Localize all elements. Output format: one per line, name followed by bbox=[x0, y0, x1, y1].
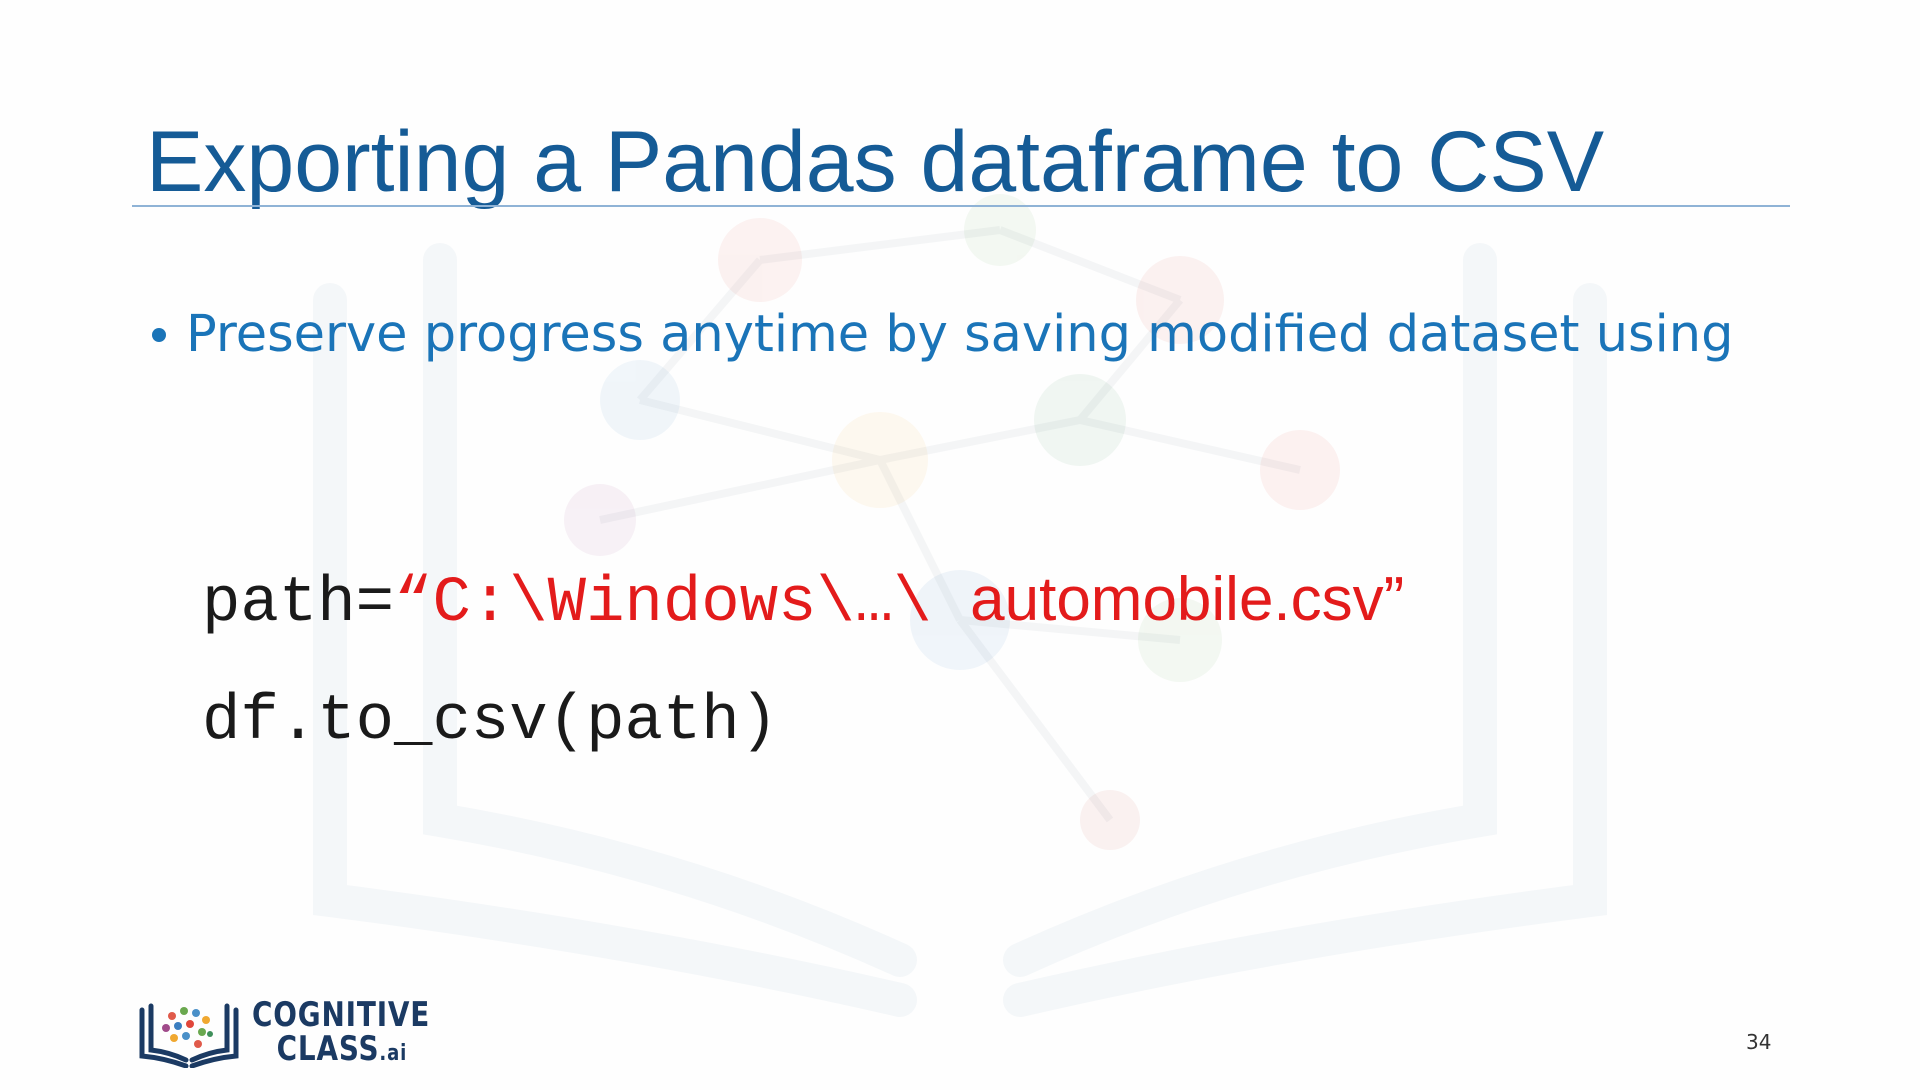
code-line-to-csv: df.to_csv(path) bbox=[202, 686, 779, 758]
bullet-item: Preserve progress anytime by saving modi… bbox=[152, 302, 1733, 368]
slide: Exporting a Pandas dataframe to CSV Pres… bbox=[0, 0, 1920, 1090]
slide-title: Exporting a Pandas dataframe to CSV bbox=[146, 114, 1605, 210]
cognitive-class-logo: COGNITIVE CLASS.ai bbox=[136, 998, 469, 1071]
logo-class-text: CLASS bbox=[276, 1029, 380, 1069]
logo-ai-suffix: .ai bbox=[379, 1041, 408, 1066]
code-path-string-sans: automobile.csv” bbox=[970, 565, 1405, 634]
logo-wordmark: COGNITIVE CLASS.ai bbox=[252, 998, 469, 1071]
bullet-dot-icon bbox=[152, 328, 166, 342]
page-number: 34 bbox=[1746, 1030, 1772, 1054]
code-path-assign: path= bbox=[202, 568, 395, 640]
title-divider bbox=[132, 205, 1790, 207]
bullet-text: Preserve progress anytime by saving modi… bbox=[186, 305, 1734, 364]
logo-line-cognitive: COGNITIVE bbox=[252, 995, 431, 1035]
book-network-logo-icon bbox=[139, 1003, 239, 1068]
logo-line-class: CLASS.ai bbox=[252, 1032, 430, 1071]
code-line-path: path=“C:\Windows\…\ automobile.csv” bbox=[202, 560, 1404, 644]
code-path-string-mono: “C:\Windows\…\ bbox=[394, 568, 971, 640]
